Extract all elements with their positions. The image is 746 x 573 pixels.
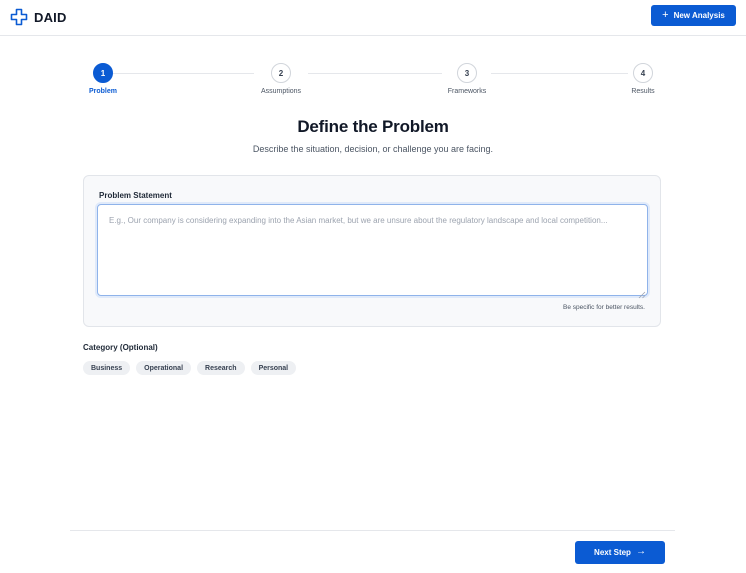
- footer-divider: [70, 530, 675, 531]
- arrow-right-icon: →: [635, 546, 646, 557]
- page-subtitle: Describe the situation, decision, or cha…: [252, 144, 494, 154]
- step-1-label: Problem: [88, 88, 118, 95]
- brand-name: DAID: [34, 9, 67, 25]
- plus-icon: +: [662, 8, 669, 21]
- category-chip-business[interactable]: Business: [83, 361, 131, 375]
- step-connector: [113, 73, 254, 74]
- app-root: DAID + New Analysis 1 2 3 4 Problem Assu…: [0, 0, 746, 573]
- new-analysis-label: New Analysis: [673, 11, 725, 20]
- next-step-label: Next Step: [594, 548, 631, 557]
- category-label: Category (Optional): [83, 343, 158, 352]
- step-2-indicator[interactable]: 2: [271, 63, 291, 83]
- brand[interactable]: DAID: [9, 7, 67, 27]
- page-title: Define the Problem: [297, 117, 449, 136]
- step-connector: [308, 73, 442, 74]
- step-3-label: Frameworks: [447, 88, 487, 95]
- problem-statement-card: Problem Statement Be specific for better…: [83, 175, 661, 327]
- step-2-label: Assumptions: [260, 88, 302, 95]
- input-hint: Be specific for better results.: [562, 304, 645, 311]
- problem-statement-label: Problem Statement: [99, 191, 172, 200]
- step-4-label: Results: [631, 88, 655, 95]
- step-connector: [491, 73, 628, 74]
- next-step-button[interactable]: Next Step →: [575, 541, 665, 564]
- category-chips: Business Operational Research Personal: [83, 361, 297, 375]
- step-1-indicator[interactable]: 1: [93, 63, 113, 83]
- problem-statement-input[interactable]: [97, 204, 648, 296]
- category-chip-personal[interactable]: Personal: [250, 361, 297, 375]
- category-chip-operational[interactable]: Operational: [136, 361, 192, 375]
- step-3-indicator[interactable]: 3: [457, 63, 477, 83]
- top-header: DAID + New Analysis: [0, 0, 746, 36]
- medical-cross-icon: [9, 7, 29, 27]
- category-chip-research[interactable]: Research: [197, 361, 245, 375]
- step-4-indicator[interactable]: 4: [633, 63, 653, 83]
- resize-handle-icon[interactable]: [638, 286, 646, 299]
- new-analysis-button[interactable]: + New Analysis: [651, 5, 736, 26]
